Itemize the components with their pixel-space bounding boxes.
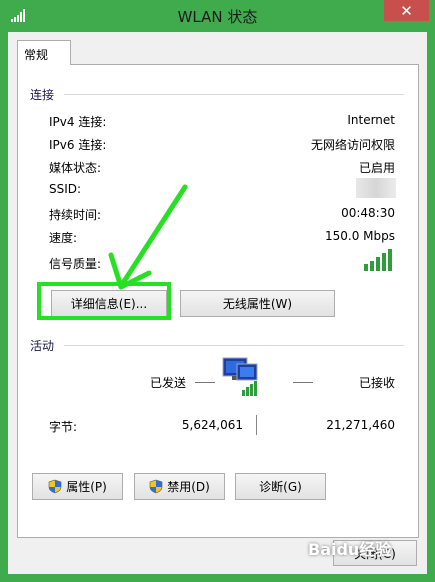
window-close-button[interactable]: ✕ [384,0,429,21]
section-divider [64,94,404,95]
speed-label: 速度: [49,231,78,245]
properties-button-label: 属性(P) [66,480,107,494]
wireless-properties-label: 无线属性(W) [222,297,293,311]
network-activity-icon [222,357,258,396]
title-bar: WLAN 状态 ✕ [0,0,435,32]
bytes-label: 字节: [49,420,78,434]
ipv4-label: IPv4 连接: [49,115,107,129]
media-state-value: 已启用 [358,161,395,175]
sent-label: 已发送 [150,376,187,390]
section-divider [64,345,404,346]
properties-button[interactable]: 属性(P) [32,473,123,500]
tab-panel-general: 连接 IPv4 连接: Internet IPv6 连接: 无网络访问权限 媒体… [17,64,419,538]
ipv6-label: IPv6 连接: [49,138,107,152]
duration-value: 00:48:30 [341,206,395,220]
uac-shield-icon [149,479,163,494]
tab-general[interactable]: 常规 [17,40,71,65]
diagnose-button[interactable]: 诊断(G) [235,473,326,500]
sent-dash [195,382,215,383]
ssid-redacted-blur [356,178,396,198]
ipv4-value: Internet [347,113,395,127]
dialog-client: 常规 连接 IPv4 连接: Internet IPv6 连接: 无网络访问权限… [8,32,427,574]
section-activity-label: 活动 [30,339,55,353]
ssid-label: SSID: [49,182,82,196]
bytes-sent-value: 5,624,061 [181,418,243,432]
baidu-watermark: Baidu经验 [308,540,392,559]
speed-value: 150.0 Mbps [324,229,395,243]
media-state-label: 媒体状态: [49,161,102,175]
wireless-properties-button[interactable]: 无线属性(W) [180,290,335,317]
signal-quality-label: 信号质量: [49,257,102,271]
ipv6-value: 无网络访问权限 [310,138,395,152]
duration-label: 持续时间: [49,208,102,222]
window-title: WLAN 状态 [177,8,258,26]
signal-strength-icon [364,249,392,271]
disable-button-label: 禁用(D) [167,480,210,494]
received-label: 已接收 [358,376,395,390]
received-dash [293,382,313,383]
disable-button[interactable]: 禁用(D) [134,473,225,500]
uac-shield-icon [48,479,62,494]
bytes-separator [256,415,257,435]
green-arrow-annotation [108,184,188,290]
section-connection-label: 连接 [30,88,55,102]
bytes-received-value: 21,271,460 [326,418,395,432]
diagnose-button-label: 诊断(G) [259,480,302,494]
